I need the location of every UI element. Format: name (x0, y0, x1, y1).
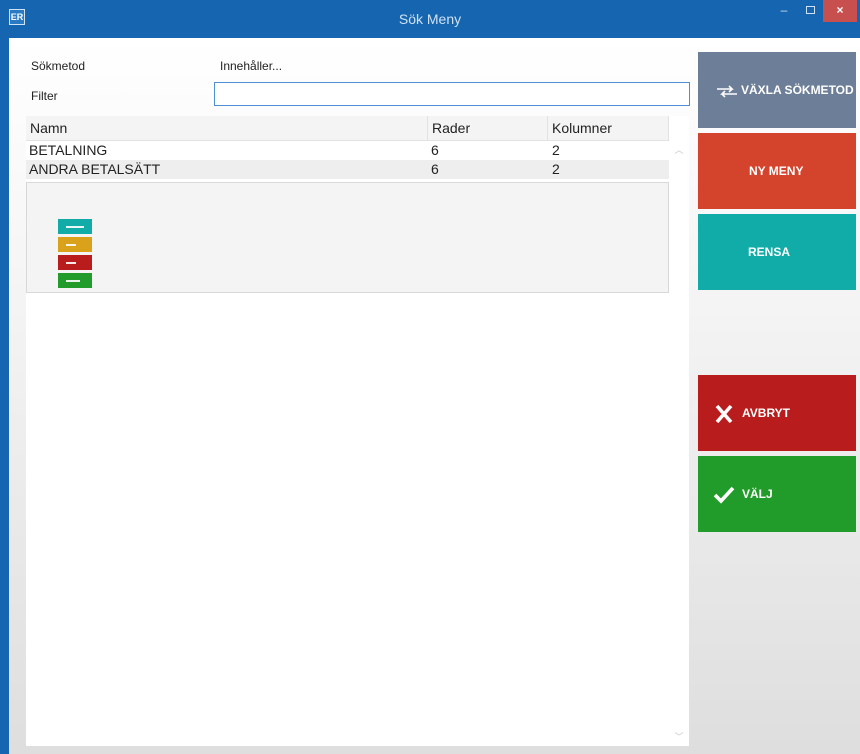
column-header-columns[interactable]: Kolumner (548, 116, 669, 141)
row-rows-cell: 6 (431, 161, 439, 177)
preview-button-yellow (58, 237, 92, 252)
filter-input[interactable] (214, 82, 690, 106)
search-method-value: Innehåller... (220, 59, 283, 73)
title-bar[interactable]: ER Sök Meny – × (0, 0, 860, 38)
new-menu-button[interactable]: NY MENY (698, 133, 856, 209)
menu-preview-panel (26, 182, 669, 293)
checkmark-icon (713, 456, 735, 532)
search-method-label: Sökmetod (31, 59, 86, 73)
menu-grid: Namn Rader Kolumner BETALNING 6 2 ANDRA … (26, 116, 689, 746)
close-button[interactable]: × (823, 0, 857, 22)
row-name-cell: ANDRA BETALSÄTT (29, 161, 161, 177)
clear-label: RENSA (748, 245, 791, 259)
maximize-button[interactable] (797, 0, 823, 22)
preview-button-teal (58, 219, 92, 234)
column-header-name[interactable]: Namn (26, 116, 428, 141)
grid-header: Namn Rader Kolumner (26, 116, 669, 141)
filter-label: Filter (31, 89, 58, 103)
switch-search-method-button[interactable]: VÄXLA SÖKMETOD (698, 52, 856, 128)
dialog-body: Sökmetod Innehåller... Filter Namn Rader… (9, 38, 860, 754)
app-window: ER Sök Meny – × Sökmetod Innehåller... F… (0, 0, 860, 754)
long-line-icon (66, 226, 84, 228)
table-row-selected[interactable]: ANDRA BETALSÄTT 6 2 (26, 160, 669, 179)
switch-search-method-label: VÄXLA SÖKMETOD (741, 83, 854, 97)
row-name-cell: BETALNING (29, 142, 108, 158)
x-icon (715, 375, 733, 451)
new-menu-label: NY MENY (749, 164, 804, 178)
select-button[interactable]: VÄLJ (698, 456, 856, 532)
row-columns-cell: 2 (552, 142, 560, 158)
grid-scrollbar[interactable]: ︿ ﹀ (669, 141, 689, 746)
short-line-icon (66, 262, 76, 264)
short-line-icon (66, 244, 76, 246)
scroll-down-arrow-icon[interactable]: ﹀ (669, 728, 689, 746)
window-title: Sök Meny (398, 11, 462, 27)
cancel-button[interactable]: AVBRYT (698, 375, 856, 451)
minimize-button[interactable]: – (771, 0, 797, 22)
row-rows-cell: 6 (431, 142, 439, 158)
clear-button[interactable]: RENSA (698, 214, 856, 290)
preview-button-red (58, 255, 92, 270)
scroll-up-arrow-icon[interactable]: ︿ (669, 141, 689, 159)
column-header-rows[interactable]: Rader (428, 116, 548, 141)
cancel-label: AVBRYT (742, 406, 790, 420)
select-label: VÄLJ (742, 487, 773, 501)
grid-body: BETALNING 6 2 ANDRA BETALSÄTT 6 2 (26, 141, 669, 179)
row-columns-cell: 2 (552, 161, 560, 177)
maximize-icon (805, 6, 815, 14)
medium-line-icon (66, 280, 80, 282)
swap-arrows-icon (715, 52, 739, 128)
preview-button-green (58, 273, 92, 288)
table-row[interactable]: BETALNING 6 2 (26, 141, 669, 160)
